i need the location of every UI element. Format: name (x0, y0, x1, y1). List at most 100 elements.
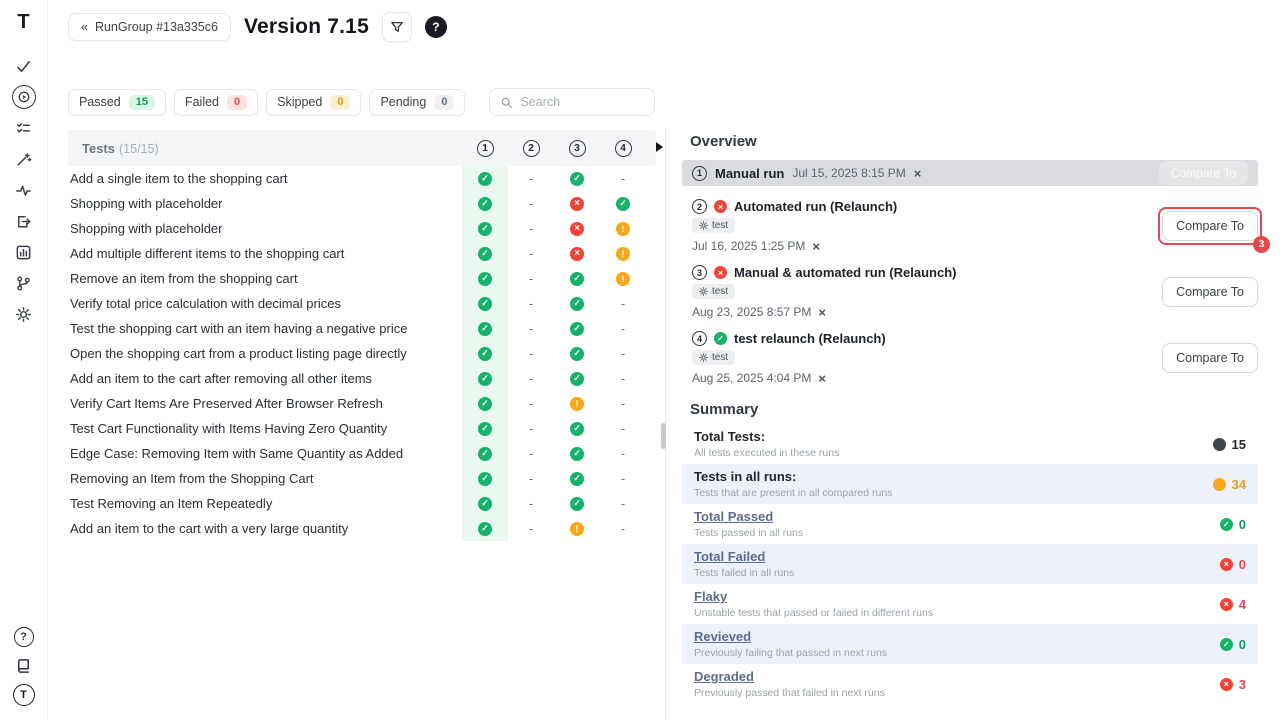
run-column-1[interactable]: 1 (477, 140, 494, 157)
summary-value: 0 (1239, 637, 1246, 652)
profile-logo-icon[interactable]: T (13, 684, 35, 706)
table-row[interactable]: Test Cart Functionality with Items Havin… (68, 416, 656, 441)
run-column-2[interactable]: 2 (523, 140, 540, 157)
search-input[interactable] (520, 95, 644, 109)
sidebar-item-export[interactable] (12, 209, 36, 233)
summary-desc: Previously failing that passed in next r… (694, 647, 887, 659)
app-logo[interactable]: T (17, 12, 29, 32)
remove-run-icon[interactable] (914, 167, 922, 180)
result-icon (616, 322, 630, 336)
run-column-4[interactable]: 4 (615, 140, 632, 157)
summary-title: Summary (690, 401, 1258, 418)
export-icon (15, 213, 32, 230)
result-icon (524, 472, 538, 486)
compare-to-button-ghost[interactable]: Compare To (1159, 161, 1248, 185)
table-row[interactable]: Add an item to the cart with a very larg… (68, 516, 656, 541)
collapse-panel-icon[interactable] (656, 142, 663, 152)
table-row[interactable]: Removing an Item from the Shopping Cart (68, 466, 656, 491)
gear-icon (15, 306, 32, 323)
summary-link-degraded[interactable]: Degraded (694, 669, 885, 684)
status-icon (1220, 558, 1233, 571)
result-icon (524, 297, 538, 311)
checklist-icon (15, 120, 32, 137)
summary-value: 0 (1239, 517, 1246, 532)
result-icon (570, 322, 584, 336)
filter-button[interactable] (382, 12, 412, 42)
result-icon (524, 197, 538, 211)
test-name: Remove an item from the shopping cart (68, 271, 462, 286)
docs-icon[interactable] (15, 657, 32, 674)
filter-chip-pending[interactable]: Pending 0 (369, 89, 465, 116)
table-row[interactable]: Remove an item from the shopping cart (68, 266, 656, 291)
result-icon (616, 372, 630, 386)
run-column-3[interactable]: 3 (569, 140, 586, 157)
compare-to-button[interactable]: Compare To (1162, 343, 1258, 373)
result-icon (570, 397, 584, 411)
run-number: 2 (692, 199, 707, 214)
result-icon (616, 497, 630, 511)
compare-to-button[interactable]: Compare To (1162, 277, 1258, 307)
table-row[interactable]: Test Removing an Item Repeatedly (68, 491, 656, 516)
run-status-icon (714, 332, 727, 345)
back-to-rungroup-button[interactable]: « RunGroup #13a335c6 (68, 13, 231, 41)
result-icon (570, 247, 584, 261)
remove-run-icon[interactable] (818, 306, 826, 319)
chip-label: Failed (185, 95, 219, 109)
help-icon[interactable] (14, 627, 34, 647)
result-icon (570, 297, 584, 311)
summary-link-total-passed[interactable]: Total Passed (694, 509, 803, 524)
chip-label: Skipped (277, 95, 322, 109)
result-icon (478, 172, 492, 186)
page-help-icon[interactable] (425, 16, 447, 38)
test-name: Open the shopping cart from a product li… (68, 346, 462, 361)
tag-chip[interactable]: test (692, 284, 735, 299)
run-number: 1 (692, 166, 707, 181)
result-icon (524, 222, 538, 236)
table-row[interactable]: Edge Case: Removing Item with Same Quant… (68, 441, 656, 466)
remove-run-icon[interactable] (812, 240, 820, 253)
tag-gear-icon (699, 353, 708, 362)
sidebar-item-ai[interactable] (12, 147, 36, 171)
sidebar-item-results[interactable] (12, 116, 36, 140)
table-row[interactable]: Shopping with placeholder (68, 191, 656, 216)
run-date: Aug 23, 2025 8:57 PM (692, 305, 811, 319)
sidebar-item-tests[interactable] (12, 54, 36, 78)
tests-count: (15/15) (119, 142, 159, 156)
chip-count-badge: 15 (129, 95, 155, 110)
table-row[interactable]: Open the shopping cart from a product li… (68, 341, 656, 366)
filter-chip-skipped[interactable]: Skipped 0 (266, 89, 361, 116)
table-row[interactable]: Verify Cart Items Are Preserved After Br… (68, 391, 656, 416)
result-icon (570, 197, 584, 211)
run-row: 4 test relaunch (Relaunch) test Aug 25, … (682, 331, 1258, 385)
scrollbar-thumb[interactable] (661, 423, 666, 449)
table-row[interactable]: Add multiple different items to the shop… (68, 241, 656, 266)
test-name: Removing an Item from the Shopping Cart (68, 471, 462, 486)
summary-link-flaky[interactable]: Flaky (694, 589, 933, 604)
summary-link-revieved[interactable]: Revieved (694, 629, 887, 644)
sidebar-item-settings[interactable] (12, 302, 36, 326)
remove-run-icon[interactable] (818, 372, 826, 385)
sidebar-item-runs[interactable] (12, 85, 36, 109)
sidebar-item-branches[interactable] (12, 271, 36, 295)
result-icon (570, 497, 584, 511)
summary-desc: Tests passed in all runs (694, 527, 803, 539)
table-row[interactable]: Add a single item to the shopping cart (68, 166, 656, 191)
table-row[interactable]: Add an item to the cart after removing a… (68, 366, 656, 391)
sidebar-item-reports[interactable] (12, 240, 36, 264)
run-row-selected[interactable]: 1 Manual run Jul 15, 2025 8:15 PM Compar… (682, 160, 1258, 186)
table-row[interactable]: Test the shopping cart with an item havi… (68, 316, 656, 341)
sidebar-item-analytics[interactable] (12, 178, 36, 202)
table-row[interactable]: Verify total price calculation with deci… (68, 291, 656, 316)
filter-chip-failed[interactable]: Failed 0 (174, 89, 258, 116)
summary-desc: All tests executed in these runs (694, 447, 839, 459)
compare-to-button[interactable]: Compare To (1162, 211, 1258, 241)
bar-chart-icon (15, 244, 32, 261)
filter-chip-passed[interactable]: Passed 15 (68, 89, 166, 116)
status-icon (1220, 598, 1233, 611)
summary-desc: Previously passed that failed in next ru… (694, 687, 885, 699)
tag-chip[interactable]: test (692, 218, 735, 233)
summary-link-total-failed[interactable]: Total Failed (694, 549, 794, 564)
table-row[interactable]: Shopping with placeholder (68, 216, 656, 241)
result-icon (524, 272, 538, 286)
tag-chip[interactable]: test (692, 350, 735, 365)
